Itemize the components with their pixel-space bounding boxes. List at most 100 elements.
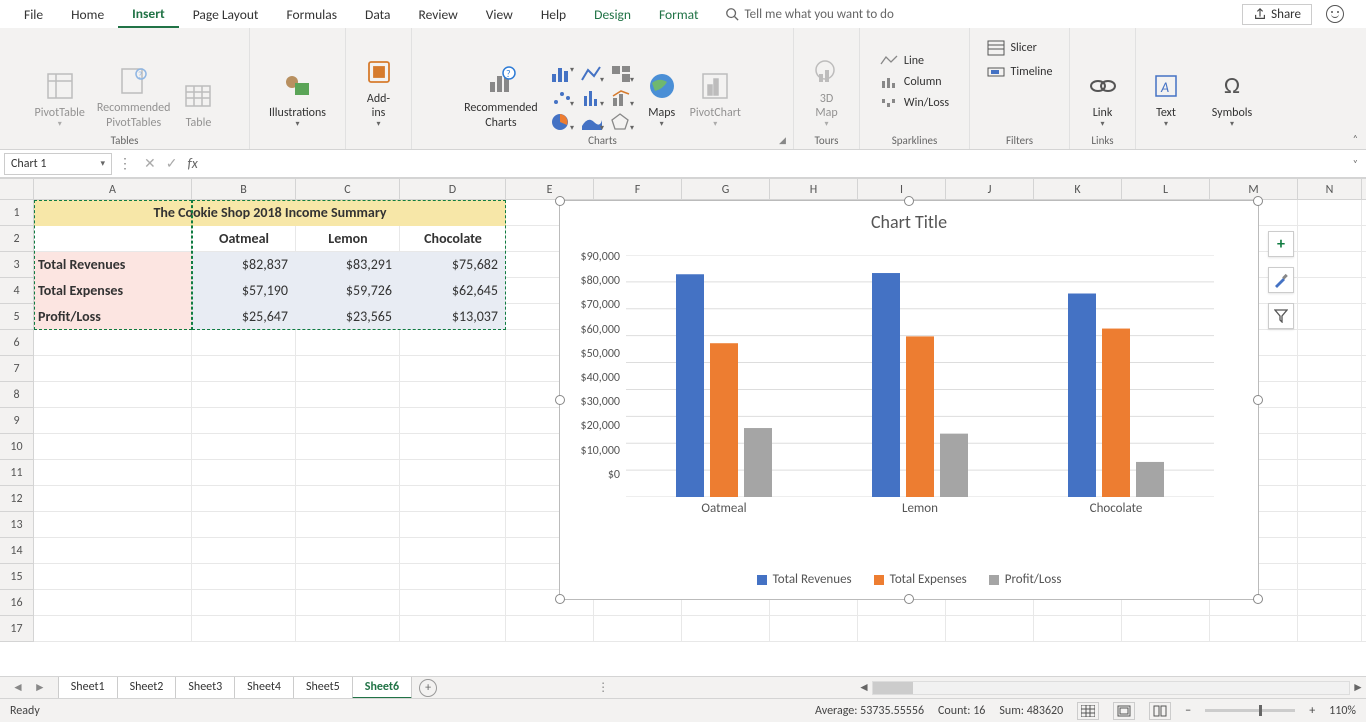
collapse-ribbon-icon[interactable]: ˄ (1353, 132, 1358, 145)
horizontal-scrollbar[interactable]: ◄ ► (856, 680, 1366, 696)
hscroll-right[interactable]: ► (1350, 680, 1366, 695)
tab-insert[interactable]: Insert (118, 1, 179, 28)
tab-format[interactable]: Format (645, 2, 713, 27)
svg-text:?: ? (506, 67, 511, 80)
illustrations-button[interactable]: Illustrations▾ (265, 68, 330, 132)
view-page-break-button[interactable] (1149, 702, 1171, 720)
hierarchy-chart-icon[interactable]: ▾ (610, 64, 634, 84)
slicer-button[interactable]: Slicer (983, 38, 1041, 58)
tab-page-layout[interactable]: Page Layout (179, 2, 273, 27)
sheet-tab-sheet3[interactable]: Sheet3 (175, 677, 235, 699)
recommended-pivottables-button[interactable]: ?Recommended PivotTables (93, 63, 175, 132)
formula-input[interactable] (208, 150, 1345, 177)
chart-legend[interactable]: Total Revenues Total Expenses Profit/Los… (560, 572, 1258, 587)
tab-formulas[interactable]: Formulas (272, 2, 351, 27)
select-all-triangle[interactable] (0, 178, 34, 200)
feedback-smiley-icon[interactable] (1326, 5, 1344, 23)
line-chart-icon[interactable]: ▾ (580, 64, 604, 84)
scatter-chart-icon[interactable]: ▾ (550, 88, 574, 108)
surface-chart-icon[interactable]: ▾ (580, 112, 604, 132)
recommended-charts-button[interactable]: ?Recommended Charts (460, 63, 542, 132)
group-label-charts: Charts (588, 132, 617, 147)
chart-styles-button[interactable] (1268, 267, 1294, 293)
symbols-label: Symbols (1212, 106, 1252, 120)
new-sheet-button[interactable]: + (419, 679, 437, 697)
cell-d5: $13,037 (400, 304, 506, 330)
sheet-tab-sheet2[interactable]: Sheet2 (117, 677, 177, 699)
tab-help[interactable]: Help (527, 2, 580, 27)
link-button[interactable]: Link▾ (1083, 68, 1123, 132)
formula-expand-icon[interactable]: ˅ (1345, 157, 1366, 170)
recpiv-label: Recommended PivotTables (97, 101, 171, 130)
tell-me-search[interactable]: Tell me what you want to do (725, 7, 894, 22)
timeline-icon (987, 64, 1005, 80)
addins-button[interactable]: Add- ins▾ (359, 54, 399, 132)
svg-text:▾: ▾ (600, 123, 604, 132)
chart-y-axis-labels: $90,000$80,000$70,000$60,000$50,000$40,0… (560, 251, 620, 493)
fx-icon[interactable]: fx (187, 155, 197, 172)
share-button[interactable]: Share (1242, 4, 1312, 25)
text-icon: A (1153, 73, 1179, 99)
tab-data[interactable]: Data (351, 2, 404, 27)
zoom-slider[interactable] (1205, 709, 1295, 712)
rec-charts-icon: ? (486, 66, 516, 96)
chart-plot-area[interactable] (626, 255, 1214, 497)
tab-view[interactable]: View (472, 2, 527, 27)
sparkline-column-button[interactable]: Column (876, 73, 946, 91)
combo-chart-icon[interactable]: ▾ (610, 88, 634, 108)
zoom-out-button[interactable]: − (1185, 704, 1191, 718)
sheet-tab-sheet1[interactable]: Sheet1 (58, 677, 118, 699)
tab-split-handle[interactable]: ⋮ (597, 680, 609, 695)
pie-chart-icon[interactable]: ▾ (550, 112, 574, 132)
zoom-level[interactable]: 110% (1329, 704, 1356, 718)
cell-d4: $62,645 (400, 278, 506, 304)
sheet-tab-sheet4[interactable]: Sheet4 (234, 677, 294, 699)
tab-design[interactable]: Design (580, 2, 645, 27)
name-box-expand[interactable]: ⋮ (116, 155, 134, 172)
table-button[interactable]: Table (178, 78, 218, 132)
row-headers[interactable]: 1234567891011121314151617 (0, 200, 34, 642)
tab-review[interactable]: Review (405, 2, 472, 27)
sheet-nav-next[interactable]: ► (34, 680, 46, 695)
ribbon-tabs: File Home Insert Page Layout Formulas Da… (0, 0, 1366, 28)
cell-b5: $25,647 (192, 304, 296, 330)
maps-button[interactable]: Maps▾ (642, 68, 682, 132)
timeline-button[interactable]: Timeline (983, 62, 1057, 82)
view-normal-button[interactable] (1077, 702, 1099, 720)
sparkline-winloss-button[interactable]: Win/Loss (876, 94, 953, 112)
chart-title[interactable]: Chart Title (560, 201, 1258, 239)
sparkline-line-button[interactable]: Line (876, 52, 928, 70)
chart-elements-button[interactable]: + (1268, 231, 1294, 257)
embedded-chart[interactable]: Chart Title $90,000$80,000$70,000$60,000… (559, 200, 1259, 600)
svg-text:▾: ▾ (570, 65, 574, 75)
3d-map-button[interactable]: 3D Map▾ (807, 54, 847, 132)
illustrations-icon (283, 73, 313, 99)
share-label: Share (1271, 7, 1301, 22)
radar-chart-icon[interactable]: ▾ (610, 112, 634, 132)
name-box[interactable]: Chart 1▾ (4, 153, 112, 175)
text-button[interactable]: AText▾ (1146, 68, 1186, 132)
worksheet-grid[interactable]: ABCDEFGHIJKLMN 1234567891011121314151617… (0, 178, 1366, 634)
sheet-tab-sheet6[interactable]: Sheet6 (352, 677, 412, 699)
pivotchart-button[interactable]: PivotChart▾ (686, 68, 745, 132)
tab-home[interactable]: Home (57, 2, 118, 27)
enter-formula-icon[interactable]: ✓ (166, 155, 178, 172)
hscroll-left[interactable]: ◄ (856, 680, 872, 695)
illus-label: Illustrations (269, 106, 326, 120)
view-page-layout-button[interactable] (1113, 702, 1135, 720)
zoom-in-button[interactable]: + (1309, 704, 1315, 718)
charts-dialog-launcher[interactable]: ◢ (779, 135, 791, 147)
sheet-nav-prev[interactable]: ◄ (12, 680, 24, 695)
bar-chart-icon[interactable]: ▾ (550, 64, 574, 84)
table-title: The Cookie Shop 2018 Income Summary (34, 200, 506, 226)
cancel-formula-icon[interactable]: ✕ (144, 155, 156, 172)
symbols-button[interactable]: ΩSymbols▾ (1208, 68, 1256, 132)
status-ready: Ready (10, 704, 40, 718)
sheet-tab-sheet5[interactable]: Sheet5 (293, 677, 353, 699)
cell-d3: $75,682 (400, 252, 506, 278)
column-headers[interactable]: ABCDEFGHIJKLMN (34, 178, 1366, 200)
pivottable-button[interactable]: PivotTable▾ (31, 68, 89, 132)
chart-filters-button[interactable] (1268, 303, 1294, 329)
tab-file[interactable]: File (10, 2, 57, 27)
stat-chart-icon[interactable]: ▾ (580, 88, 604, 108)
